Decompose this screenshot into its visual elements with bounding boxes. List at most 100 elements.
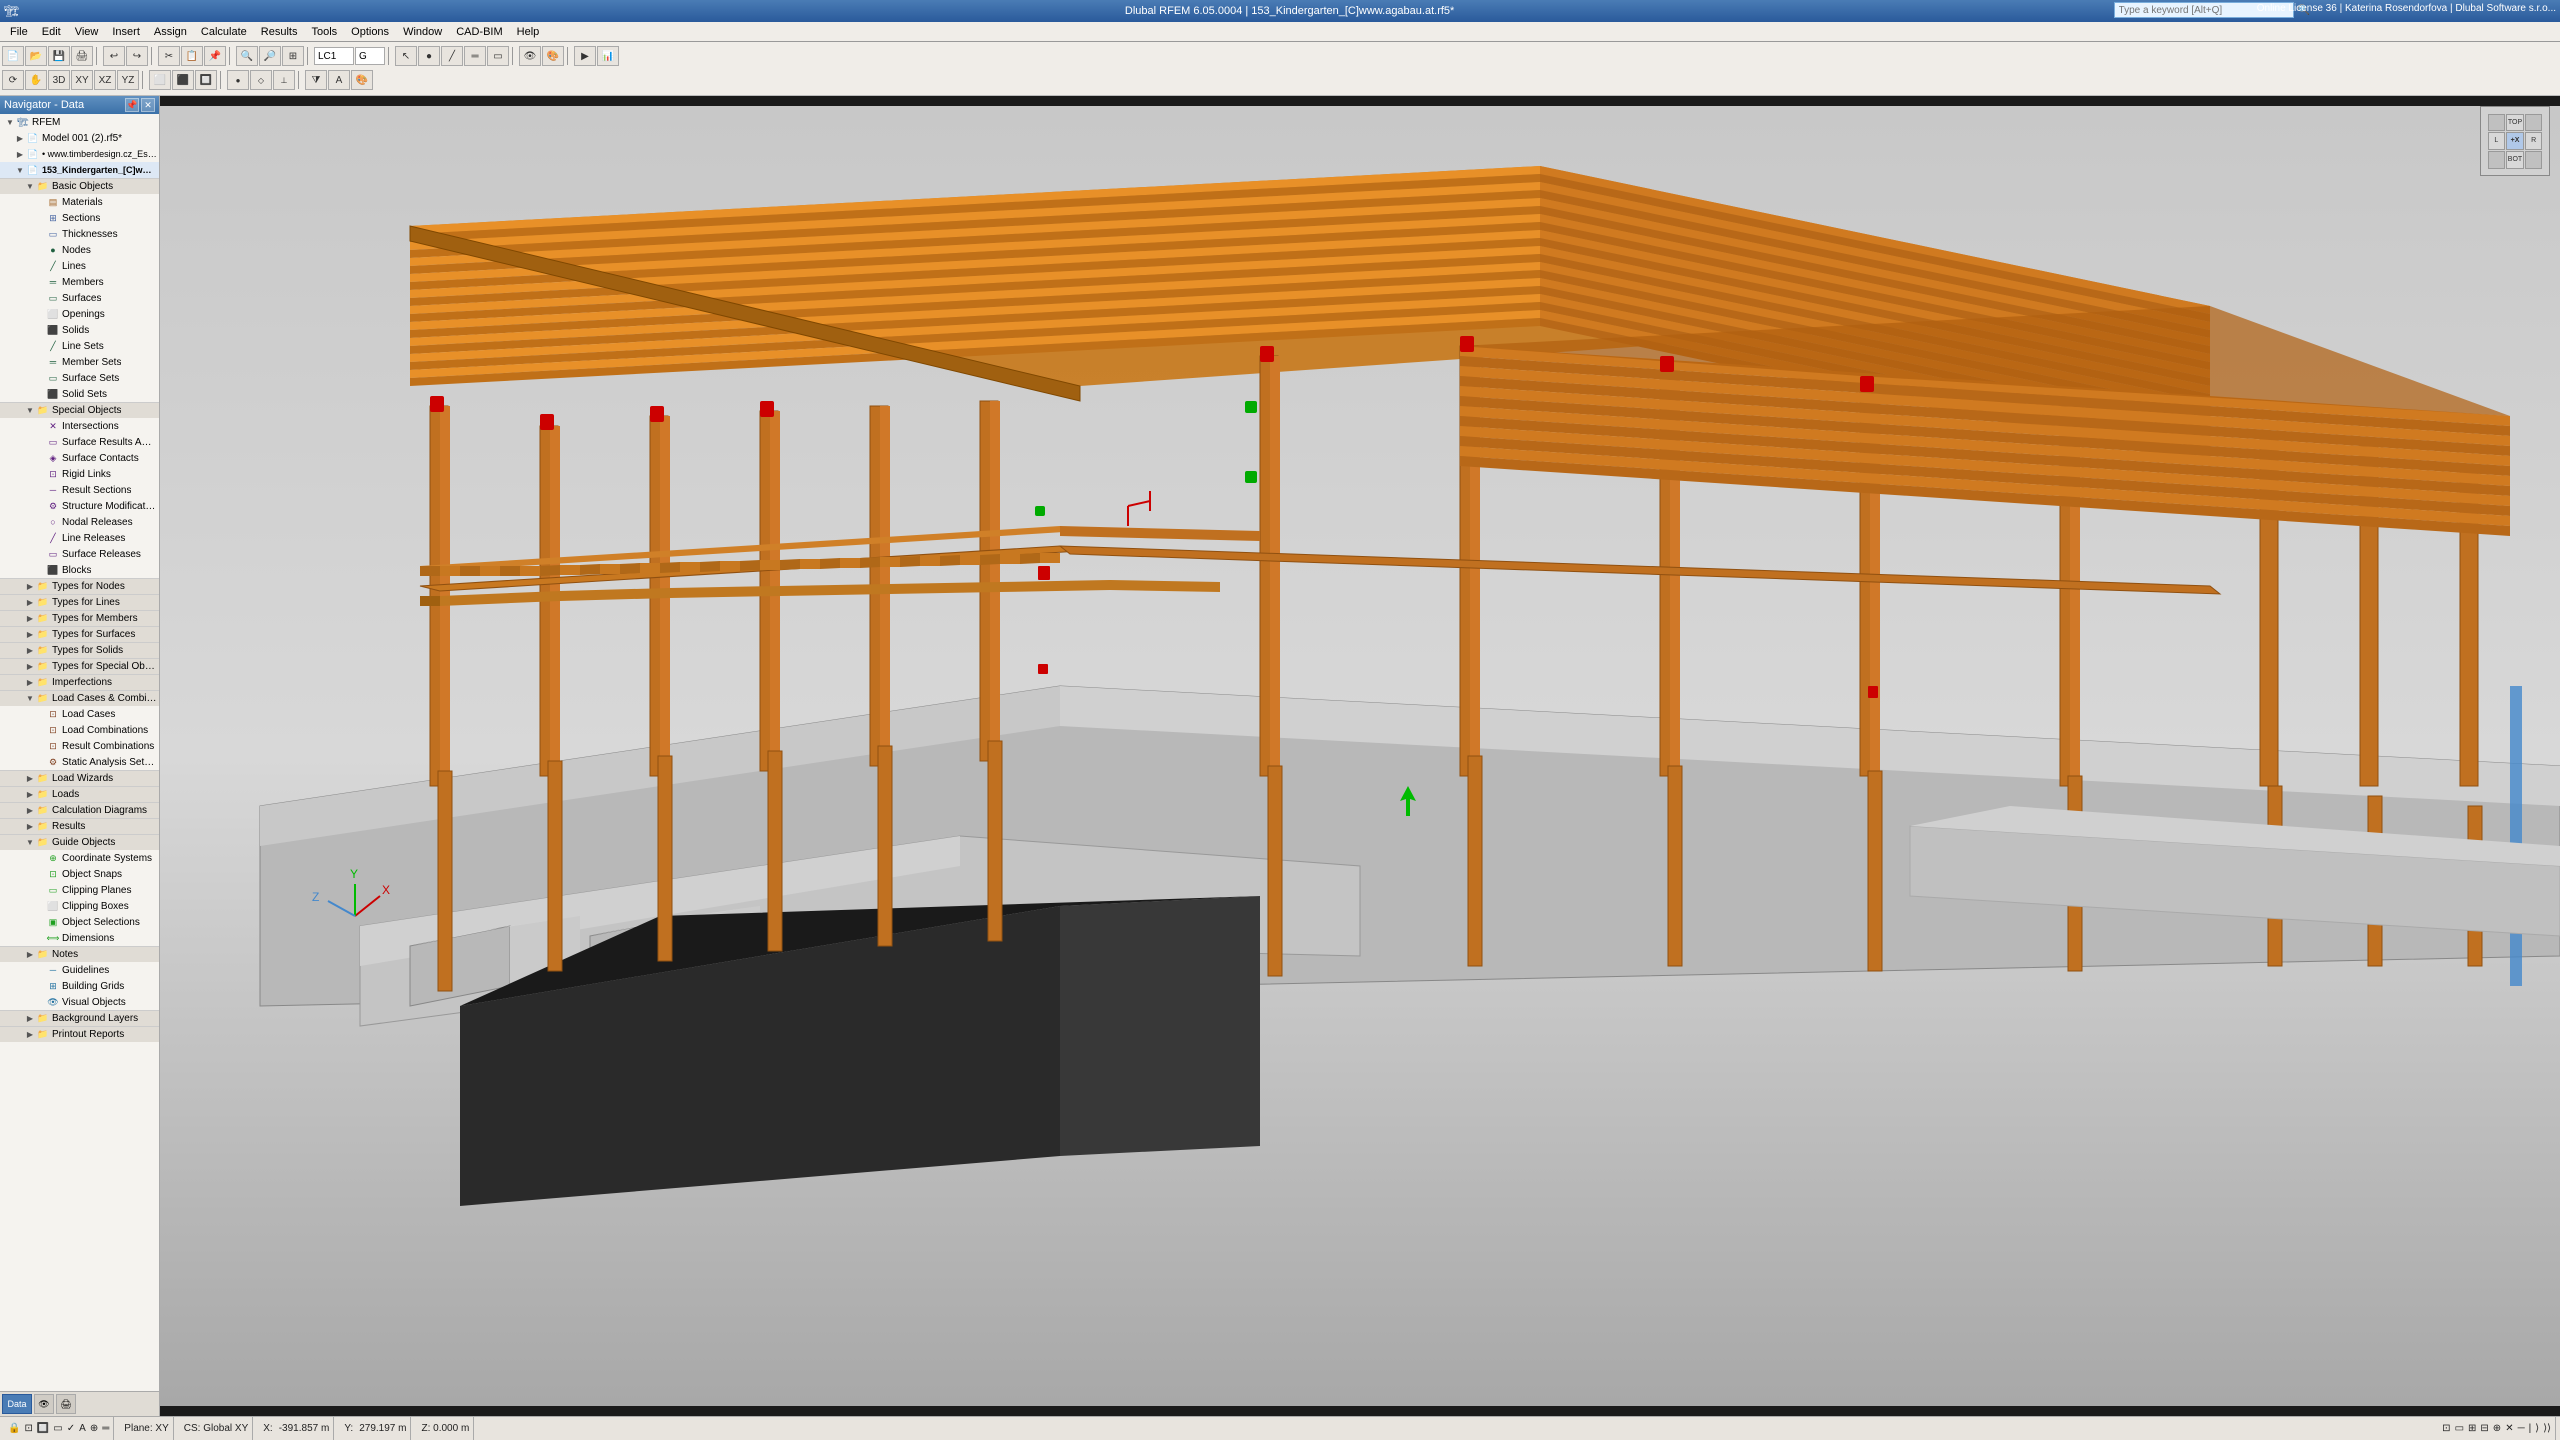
tb-member[interactable]: ═ [464,46,486,66]
tb2-rotate[interactable]: ⟳ [2,70,24,90]
tree-objectselections[interactable]: ▶ ▣ Object Selections [0,914,159,930]
tree-guideobj[interactable]: ▼ 📁 Guide Objects [0,834,159,850]
menu-window[interactable]: Window [397,24,448,40]
tb-render[interactable]: 🎨 [542,46,564,66]
tree-resultsections[interactable]: ▶ ─ Result Sections [0,482,159,498]
tree-imperfections[interactable]: ▶ 📁 Imperfections [0,674,159,690]
statusbar-icon4[interactable]: ▭ [53,1423,62,1434]
tree-typesnodes[interactable]: ▶ 📁 Types for Nodes [0,578,159,594]
lc-input[interactable] [314,47,354,65]
tree-specialobj[interactable]: ▼ 📁 Special Objects [0,402,159,418]
expander-results[interactable]: ▶ [24,821,36,833]
expander-rfem[interactable]: ▼ [4,116,16,128]
tree-members[interactable]: ▶ ═ Members [0,274,159,290]
tree-notes[interactable]: ▶ 📁 Notes [0,946,159,962]
tb-undo[interactable]: ↩ [103,46,125,66]
tree-typesspecial[interactable]: ▶ 📁 Types for Special Objects [0,658,159,674]
tree-rigidlinks[interactable]: ▶ ⊡ Rigid Links [0,466,159,482]
expander-guideobj[interactable]: ▼ [24,837,36,849]
tree-surfaces[interactable]: ▶ ▭ Surfaces [0,290,159,306]
expander-typeslines[interactable]: ▶ [24,597,36,609]
tree-staticsettings[interactable]: ▶ ⚙ Static Analysis Settings [0,754,159,770]
menu-tools[interactable]: Tools [305,24,343,40]
tree-resultcombinations[interactable]: ▶ ⊡ Result Combinations [0,738,159,754]
tree-calcdiagrams[interactable]: ▶ 📁 Calculation Diagrams [0,802,159,818]
tb-zoom-in[interactable]: 🔍 [236,46,258,66]
menu-cadbim[interactable]: CAD-BIM [450,24,508,40]
tree-linereleases[interactable]: ▶ ╱ Line Releases [0,530,159,546]
tree-sections[interactable]: ▶ ⊞ Sections [0,210,159,226]
tb2-wire[interactable]: ⬜ [149,70,171,90]
tree-lines[interactable]: ▶ ╱ Lines [0,258,159,274]
tree-objectsnaps[interactable]: ▶ ⊡ Object Snaps [0,866,159,882]
tb2-colors[interactable]: 🎨 [351,70,373,90]
status-icon-r7[interactable]: ─ [2518,1423,2525,1434]
navigator-close-btn[interactable]: ✕ [141,98,155,112]
tb-paste[interactable]: 📌 [204,46,226,66]
menu-calculate[interactable]: Calculate [195,24,253,40]
tb-copy[interactable]: 📋 [181,46,203,66]
tb-cut[interactable]: ✂ [158,46,180,66]
tree-clippingboxes[interactable]: ▶ ⬜ Clipping Boxes [0,898,159,914]
statusbar-icon1[interactable]: 🔒 [8,1423,20,1434]
tree-surfacereleases[interactable]: ▶ ▭ Surface Releases [0,546,159,562]
expander-printreports[interactable]: ▶ [24,1029,36,1041]
tree-loadwizards[interactable]: ▶ 📁 Load Wizards [0,770,159,786]
tree-nodalreleases[interactable]: ▶ ○ Nodal Releases [0,514,159,530]
menu-assign[interactable]: Assign [148,24,193,40]
expander-model153[interactable]: ▼ [14,164,26,176]
status-icon-r6[interactable]: ✕ [2505,1423,2513,1434]
menu-help[interactable]: Help [511,24,546,40]
tb2-snap-nodes[interactable]: ● [227,70,249,90]
tb-results[interactable]: 📊 [597,46,619,66]
tb2-3d[interactable]: 3D [48,70,70,90]
menu-results[interactable]: Results [255,24,304,40]
expander-model001[interactable]: ▶ [14,132,26,144]
viewport[interactable]: X Y Z TOP L +X R BOT [160,96,2560,1416]
nav-print-btn[interactable]: 🖨 [56,1394,76,1414]
tb-calc[interactable]: ▶ [574,46,596,66]
tree-openings[interactable]: ▶ ⬜ Openings [0,306,159,322]
tb2-pan[interactable]: ✋ [25,70,47,90]
tb-new[interactable]: 📄 [2,46,24,66]
tb2-snap-mid[interactable]: ◇ [250,70,272,90]
expander-imperfections[interactable]: ▶ [24,677,36,689]
tree-results[interactable]: ▶ 📁 Results [0,818,159,834]
tree-visualobjects[interactable]: ▶ 👁 Visual Objects [0,994,159,1010]
status-icon-r5[interactable]: ⊕ [2493,1423,2501,1434]
statusbar-icon7[interactable]: ⊕ [90,1423,98,1434]
lc-input2[interactable] [355,47,385,65]
tb-surface[interactable]: ▭ [487,46,509,66]
tree-structmods[interactable]: ▶ ⚙ Structure Modifications [0,498,159,514]
tb-save[interactable]: 💾 [48,46,70,66]
tb-display[interactable]: 👁 [519,46,541,66]
statusbar-icon3[interactable]: 🔲 [37,1423,49,1434]
tree-thicknesses[interactable]: ▶ ▭ Thicknesses [0,226,159,242]
menu-edit[interactable]: Edit [36,24,67,40]
tree-blocks[interactable]: ▶ ⬛ Blocks [0,562,159,578]
tree-model153[interactable]: ▼ 📄 153_Kindergarten_[C]www... [0,162,159,178]
expander-typesnodes[interactable]: ▶ [24,581,36,593]
tb2-labels[interactable]: A [328,70,350,90]
expander-calcdiagrams[interactable]: ▶ [24,805,36,817]
menu-insert[interactable]: Insert [106,24,146,40]
tree-printreports[interactable]: ▶ 📁 Printout Reports [0,1026,159,1042]
tree-nodes[interactable]: ▶ ● Nodes [0,242,159,258]
tb-select-mode[interactable]: ↖ [395,46,417,66]
expander-loads[interactable]: ▶ [24,789,36,801]
tb-zoom-all[interactable]: ⊞ [282,46,304,66]
tb-redo[interactable]: ↪ [126,46,148,66]
tree-surfacesets[interactable]: ▶ ▭ Surface Sets [0,370,159,386]
tree-surfresadj[interactable]: ▶ ▭ Surface Results Adjustments [0,434,159,450]
tree-clippingplanes[interactable]: ▶ ▭ Clipping Planes [0,882,159,898]
tb-zoom-out[interactable]: 🔎 [259,46,281,66]
menu-view[interactable]: View [69,24,105,40]
expander-notes[interactable]: ▶ [24,949,36,961]
tree-typessolids[interactable]: ▶ 📁 Types for Solids [0,642,159,658]
status-icon-r8[interactable]: | [2529,1423,2532,1434]
expander-loadwizards[interactable]: ▶ [24,773,36,785]
tree-bglayers[interactable]: ▶ 📁 Background Layers [0,1010,159,1026]
statusbar-icon2[interactable]: ⊡ [24,1423,32,1434]
nav-display-btn[interactable]: 👁 [34,1394,54,1414]
tb2-xz[interactable]: XZ [94,70,116,90]
